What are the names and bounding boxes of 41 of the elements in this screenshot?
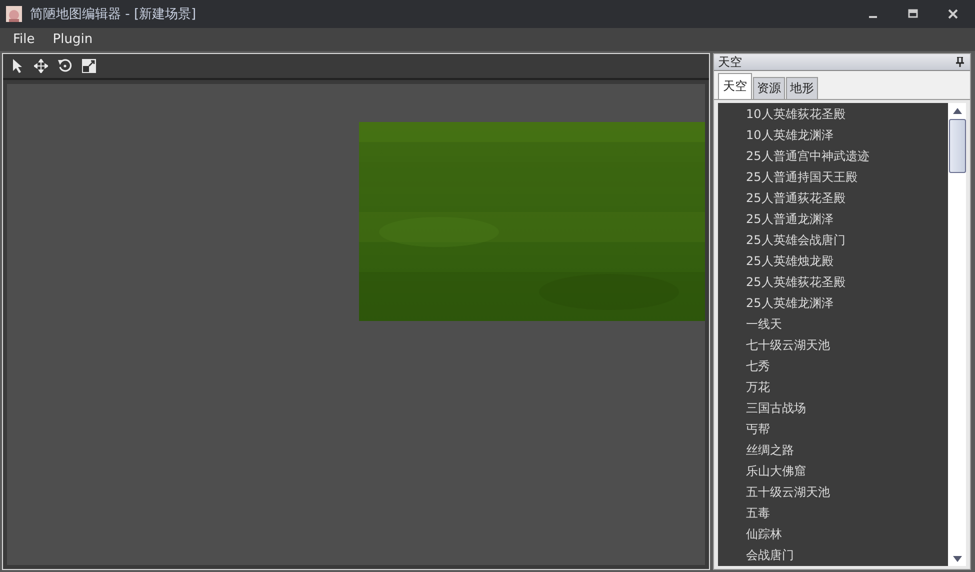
list-item[interactable]: 25人普通荻花圣殿 xyxy=(718,188,948,209)
list-item[interactable]: 25人英雄烛龙殿 xyxy=(718,251,948,272)
scroll-down-icon[interactable] xyxy=(952,556,962,562)
list-item[interactable]: 仙踪林 xyxy=(718,524,948,545)
list-item[interactable]: 丐帮 xyxy=(718,419,948,440)
list-item[interactable]: 三国古战场 xyxy=(718,398,948,419)
move-icon[interactable] xyxy=(34,59,48,73)
list-item[interactable]: 五毒 xyxy=(718,503,948,524)
rotate-icon[interactable] xyxy=(58,59,72,73)
list-item[interactable]: 七十级云湖天池 xyxy=(718,335,948,356)
list-item[interactable]: 25人英雄会战唐门 xyxy=(718,230,948,251)
window-title: 简陋地图编辑器 - [新建场景] xyxy=(30,6,196,23)
scrollbar[interactable] xyxy=(948,103,966,566)
list-item[interactable]: 10人英雄荻花圣殿 xyxy=(718,104,948,125)
scrollbar-thumb[interactable] xyxy=(948,119,966,173)
scroll-up-icon[interactable] xyxy=(952,108,962,114)
tab[interactable]: 资源 xyxy=(753,77,785,99)
list-item[interactable]: 一线天 xyxy=(718,314,948,335)
list-item[interactable]: 10人英雄龙渊泽 xyxy=(718,125,948,146)
dock-title: 天空 xyxy=(718,54,742,70)
close-icon[interactable] xyxy=(948,9,958,19)
list-item[interactable]: 25人普通宫中神武遗迹 xyxy=(718,146,948,167)
list-item[interactable]: 乐山大佛窟 xyxy=(718,461,948,482)
list-item[interactable]: 25人普通龙渊泽 xyxy=(718,209,948,230)
menu-item[interactable]: Plugin xyxy=(46,32,100,47)
list-item[interactable]: 25人英雄荻花圣殿 xyxy=(718,272,948,293)
pointer-icon[interactable] xyxy=(12,59,24,73)
list-item[interactable]: 万花 xyxy=(718,377,948,398)
list-item[interactable]: 25人普通持国天王殿 xyxy=(718,167,948,188)
menu-item[interactable]: File xyxy=(6,32,42,47)
list-item[interactable]: 七秀 xyxy=(718,356,948,377)
tab[interactable]: 地形 xyxy=(786,77,818,99)
list-item[interactable]: 五十级云湖天池 xyxy=(718,482,948,503)
list-item[interactable]: 会战唐门 xyxy=(718,545,948,566)
pin-icon[interactable] xyxy=(956,57,964,67)
list-item[interactable]: 丝绸之路 xyxy=(718,440,948,461)
app-icon xyxy=(6,6,22,22)
list-item[interactable]: 25人英雄龙渊泽 xyxy=(718,293,948,314)
scale-icon[interactable] xyxy=(82,59,96,73)
tab[interactable]: 天空 xyxy=(718,73,752,99)
maximize-icon[interactable] xyxy=(908,9,918,19)
